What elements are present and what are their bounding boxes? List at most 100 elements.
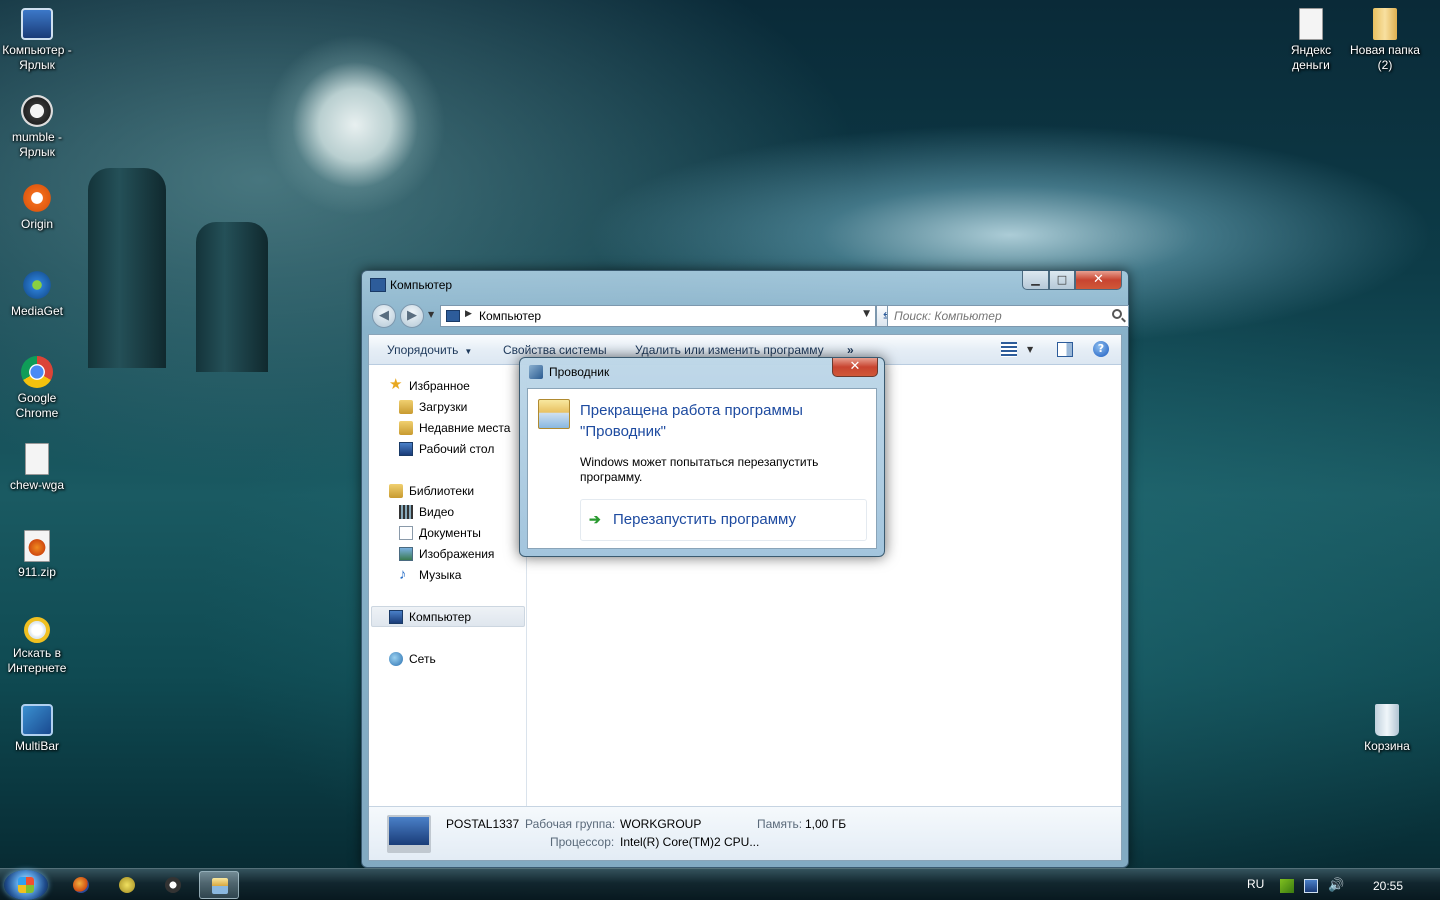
- documents-icon: [399, 526, 413, 540]
- nvidia-icon[interactable]: [1280, 879, 1294, 893]
- desktop-icon-chrome[interactable]: Google Chrome: [0, 356, 74, 421]
- start-button[interactable]: [4, 870, 48, 900]
- breadcrumb-arrow-icon[interactable]: ▶: [465, 309, 472, 319]
- firefox-file-icon: [24, 530, 50, 562]
- uninstall-program-button[interactable]: Удалить или изменить программу: [635, 343, 824, 357]
- minimize-button[interactable]: ▁: [1022, 271, 1049, 290]
- computer-shortcut-icon: [21, 8, 53, 40]
- details-pane: POSTAL1337 Рабочая группа: WORKGROUP Пам…: [369, 806, 1121, 860]
- firefox-icon: [73, 877, 89, 893]
- mediaget-icon: [21, 269, 53, 301]
- music-icon: ♪: [399, 566, 407, 583]
- computer-icon: [370, 278, 386, 292]
- recycle-bin-icon: [1375, 704, 1399, 736]
- search-input[interactable]: [894, 308, 1094, 324]
- mumble-icon: [165, 877, 181, 893]
- file-icon: [1299, 8, 1323, 40]
- navigation-pane: ★ Избранное Загрузки Недавние места Рабоч…: [369, 365, 527, 806]
- origin-icon: [21, 182, 53, 214]
- chevron-down-icon[interactable]: ▼: [1027, 345, 1033, 354]
- explorer-folder-icon: [538, 399, 570, 429]
- taskbar-explorer[interactable]: [199, 871, 239, 899]
- error-dialog[interactable]: Проводник ✕ Прекращена работа программы …: [519, 357, 885, 557]
- video-icon: [399, 505, 413, 519]
- desktop-icon-911zip[interactable]: 911.zip: [0, 530, 74, 580]
- restart-program-button[interactable]: ➔ Перезапустить программу: [580, 499, 867, 541]
- recent-places-icon: [399, 421, 413, 435]
- window-title: Компьютер: [390, 278, 453, 292]
- memory-label: Память:: [757, 817, 803, 831]
- file-icon: [25, 443, 49, 475]
- network-status-icon[interactable]: [1304, 879, 1318, 893]
- desktop-icon-multibar[interactable]: MultiBar: [0, 704, 74, 754]
- maximize-button[interactable]: □: [1049, 271, 1075, 290]
- multibar-icon: [21, 704, 53, 736]
- libraries-icon: [389, 484, 403, 498]
- clock[interactable]: 20:55: [1373, 879, 1403, 893]
- view-options-icon[interactable]: [1001, 342, 1017, 357]
- memory-value: 1,00 ГБ: [805, 817, 847, 831]
- organize-button[interactable]: Упорядочить ▼: [387, 343, 472, 357]
- desktop-icon-mediaget[interactable]: MediaGet: [0, 269, 74, 319]
- search-web-icon: [24, 617, 50, 643]
- images-icon: [399, 547, 413, 561]
- back-button[interactable]: ◀: [372, 304, 396, 328]
- cooling-tower: [88, 168, 166, 368]
- desktop-icon-mumble[interactable]: mumble - Ярлык: [0, 95, 74, 160]
- network-icon: [389, 652, 403, 666]
- desktop-icon-origin[interactable]: Origin: [0, 182, 74, 232]
- desktop-icon: [399, 442, 413, 456]
- windows-logo-icon: [18, 877, 34, 893]
- history-dropdown-icon[interactable]: ▼: [428, 310, 434, 319]
- taskbar-app[interactable]: [107, 871, 147, 899]
- desktop-icon-chew-wga[interactable]: chew-wga: [0, 443, 74, 493]
- forward-button[interactable]: ▶: [400, 304, 424, 328]
- system-properties-button[interactable]: Свойства системы: [503, 343, 607, 357]
- close-button[interactable]: ✕: [1075, 271, 1122, 290]
- folder-icon: [212, 878, 228, 894]
- computer-icon: [389, 610, 403, 624]
- computer-large-icon: [387, 815, 431, 853]
- chevron-down-icon[interactable]: ▼: [863, 309, 870, 319]
- search-box[interactable]: [887, 305, 1129, 327]
- address-bar[interactable]: ▶ Компьютер ▼: [440, 305, 876, 327]
- green-arrow-icon: ➔: [589, 511, 601, 527]
- help-icon[interactable]: ?: [1093, 341, 1109, 357]
- desktop-icon-search-web[interactable]: Искать в Интернете: [0, 617, 74, 676]
- mumble-icon: [21, 95, 53, 127]
- desktop-icon-yandex-money[interactable]: Яндекс деньги: [1274, 8, 1348, 73]
- language-indicator[interactable]: RU: [1247, 877, 1264, 891]
- preview-pane-icon[interactable]: [1057, 342, 1073, 357]
- dialog-title: Проводник: [549, 365, 610, 379]
- workgroup-label: Рабочая группа:: [525, 817, 616, 831]
- dialog-body: Прекращена работа программы "Проводник" …: [527, 388, 877, 549]
- app-icon: [119, 877, 135, 893]
- desktop-icon-recycle-bin[interactable]: Корзина: [1350, 704, 1424, 754]
- search-icon[interactable]: [1112, 309, 1122, 319]
- cpu-value: Intel(R) Core(TM)2 CPU...: [620, 835, 760, 849]
- desktop-icon-computer[interactable]: Компьютер - Ярлык: [0, 8, 74, 73]
- more-commands-button[interactable]: »: [847, 343, 854, 357]
- desktop-icon-new-folder[interactable]: Новая папка (2): [1348, 8, 1422, 73]
- explorer-app-icon: [529, 365, 543, 379]
- taskbar: RU 🔊 20:55: [0, 868, 1440, 900]
- taskbar-mumble[interactable]: [153, 871, 193, 899]
- taskbar-firefox[interactable]: [61, 871, 101, 899]
- dialog-heading: Прекращена работа программы "Проводник": [580, 402, 803, 440]
- downloads-folder-icon: [399, 400, 413, 414]
- star-icon: ★: [389, 376, 403, 393]
- chrome-icon: [21, 356, 53, 388]
- cpu-label: Процессор:: [550, 835, 615, 849]
- computer-name: POSTAL1337: [446, 817, 520, 831]
- computer-icon: [446, 310, 460, 322]
- address-text: Компьютер: [479, 309, 542, 323]
- workgroup-value: WORKGROUP: [620, 817, 702, 831]
- dialog-close-button[interactable]: ✕: [832, 358, 878, 377]
- cooling-tower: [196, 222, 268, 372]
- caption-buttons: ▁ □ ✕: [1022, 271, 1122, 291]
- volume-icon[interactable]: 🔊: [1328, 879, 1344, 893]
- chevron-down-icon: ▼: [464, 347, 473, 356]
- folder-icon: [1373, 8, 1397, 40]
- dialog-message: Windows может попытаться перезапустить п…: [580, 455, 819, 484]
- navigation-bar: ◀ ▶ ▼ ▶ Компьютер ▼ ⇆: [368, 302, 1129, 330]
